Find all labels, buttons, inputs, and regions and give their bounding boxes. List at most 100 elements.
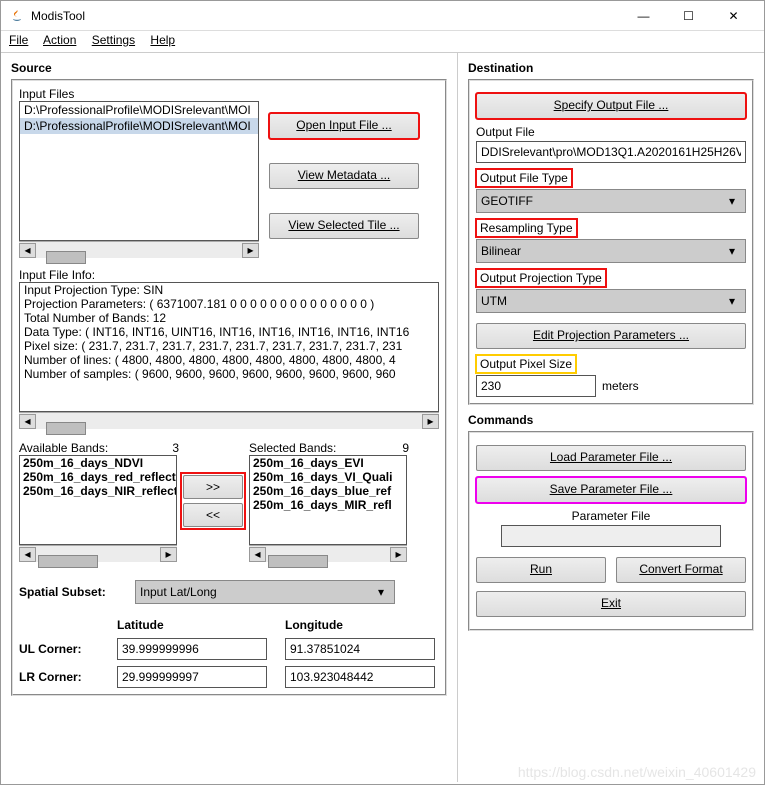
menu-file[interactable]: File	[9, 33, 28, 47]
scroll-left-icon[interactable]: ◂	[19, 414, 36, 429]
hscrollbar[interactable]: ◂ ▸	[19, 412, 439, 429]
available-bands-count: 3	[172, 441, 179, 455]
lr-lat-input[interactable]	[117, 666, 267, 688]
scroll-left-icon[interactable]: ◂	[19, 243, 36, 258]
resampling-type-label: Resampling Type	[476, 219, 577, 237]
ul-lon-input[interactable]	[285, 638, 435, 660]
list-item[interactable]: 250m_16_days_red_reflect	[20, 470, 176, 484]
list-item[interactable]: D:\ProfessionalProfile\MODISrelevant\MOI	[20, 102, 258, 118]
info-line: Number of lines: ( 4800, 4800, 4800, 480…	[20, 353, 438, 367]
list-item[interactable]: 250m_16_days_NIR_reflect	[20, 484, 176, 498]
info-line: Input Projection Type: SIN	[20, 283, 438, 297]
input-files-label: Input Files	[19, 87, 439, 101]
open-input-file-button[interactable]: Open Input File ...	[269, 113, 419, 139]
longitude-header: Longitude	[285, 618, 435, 632]
lr-lon-input[interactable]	[285, 666, 435, 688]
titlebar: ModisTool — ☐ ✕	[1, 1, 764, 31]
menu-help[interactable]: Help	[150, 33, 175, 47]
resampling-type-select[interactable]: Bilinear ▾	[476, 239, 746, 263]
info-line: Number of samples: ( 9600, 9600, 9600, 9…	[20, 367, 438, 381]
hscrollbar[interactable]: ◂ ▸	[19, 545, 177, 562]
input-file-info[interactable]: Input Projection Type: SIN Projection Pa…	[19, 282, 439, 412]
output-pixel-size-input[interactable]	[476, 375, 596, 397]
scroll-thumb[interactable]	[46, 251, 86, 264]
selected-bands-label: Selected Bands:	[249, 441, 336, 455]
scroll-left-icon[interactable]: ◂	[19, 547, 36, 562]
info-line: Projection Parameters: ( 6371007.181 0 0…	[20, 297, 438, 311]
source-title: Source	[11, 61, 447, 75]
convert-format-button[interactable]: Convert Format	[616, 557, 746, 583]
specify-output-file-button[interactable]: Specify Output File ...	[476, 93, 746, 119]
chevron-down-icon: ▾	[723, 194, 741, 208]
available-bands-label: Available Bands:	[19, 441, 108, 455]
output-file-type-label: Output File Type	[476, 169, 572, 187]
save-parameter-file-button[interactable]: Save Parameter File ...	[476, 477, 746, 503]
input-file-info-label: Input File Info:	[19, 268, 439, 282]
selected-bands-list[interactable]: 250m_16_days_EVI 250m_16_days_VI_Quali 2…	[249, 455, 407, 545]
add-band-button[interactable]: >>	[183, 475, 243, 499]
close-button[interactable]: ✕	[711, 2, 756, 30]
scroll-thumb[interactable]	[268, 555, 328, 568]
menubar: File Action Settings Help	[1, 31, 764, 53]
scroll-right-icon[interactable]: ▸	[160, 547, 177, 562]
parameter-file-label: Parameter File	[476, 509, 746, 523]
output-projection-type-select[interactable]: UTM ▾	[476, 289, 746, 313]
info-line: Total Number of Bands: 12	[20, 311, 438, 325]
run-button[interactable]: Run	[476, 557, 606, 583]
pixel-size-unit: meters	[602, 379, 639, 393]
scroll-right-icon[interactable]: ▸	[242, 243, 259, 258]
hscrollbar[interactable]: ◂ ▸	[19, 241, 259, 258]
maximize-button[interactable]: ☐	[666, 2, 711, 30]
app-window: ModisTool — ☐ ✕ File Action Settings Hel…	[0, 0, 765, 785]
destination-panel: Specify Output File ... Output File Outp…	[468, 79, 754, 405]
scroll-thumb[interactable]	[46, 422, 86, 435]
scroll-thumb[interactable]	[38, 555, 98, 568]
scroll-left-icon[interactable]: ◂	[249, 547, 266, 562]
available-bands-list[interactable]: 250m_16_days_NDVI 250m_16_days_red_refle…	[19, 455, 177, 545]
info-line: Pixel size: ( 231.7, 231.7, 231.7, 231.7…	[20, 339, 438, 353]
info-line: Data Type: ( INT16, INT16, UINT16, INT16…	[20, 325, 438, 339]
latitude-header: Latitude	[117, 618, 267, 632]
input-files-list[interactable]: D:\ProfessionalProfile\MODISrelevant\MOI…	[19, 101, 259, 241]
view-selected-tile-button[interactable]: View Selected Tile ...	[269, 213, 419, 239]
source-panel: Input Files D:\ProfessionalProfile\MODIS…	[11, 79, 447, 696]
load-parameter-file-button[interactable]: Load Parameter File ...	[476, 445, 746, 471]
ul-corner-label: UL Corner:	[19, 642, 99, 656]
list-item[interactable]: 250m_16_days_VI_Quali	[250, 470, 406, 484]
chevron-down-icon: ▾	[723, 244, 741, 258]
output-projection-type-label: Output Projection Type	[476, 269, 606, 287]
list-item[interactable]: 250m_16_days_EVI	[250, 456, 406, 470]
spatial-subset-label: Spatial Subset:	[19, 585, 129, 599]
lr-corner-label: LR Corner:	[19, 670, 99, 684]
commands-title: Commands	[468, 413, 754, 427]
output-file-input[interactable]	[476, 141, 746, 163]
view-metadata-button[interactable]: View Metadata ...	[269, 163, 419, 189]
list-item[interactable]: 250m_16_days_NDVI	[20, 456, 176, 470]
commands-panel: Load Parameter File ... Save Parameter F…	[468, 431, 754, 631]
watermark: https://blog.csdn.net/weixin_40601429	[518, 764, 756, 780]
output-file-label: Output File	[476, 125, 746, 139]
chevron-down-icon: ▾	[723, 294, 741, 308]
java-icon	[9, 8, 25, 24]
list-item[interactable]: D:\ProfessionalProfile\MODISrelevant\MOI	[20, 118, 258, 134]
exit-button[interactable]: Exit	[476, 591, 746, 617]
selected-bands-count: 9	[402, 441, 409, 455]
minimize-button[interactable]: —	[621, 2, 666, 30]
window-title: ModisTool	[31, 9, 621, 23]
destination-title: Destination	[468, 61, 754, 75]
scroll-right-icon[interactable]: ▸	[390, 547, 407, 562]
ul-lat-input[interactable]	[117, 638, 267, 660]
spatial-subset-select[interactable]: Input Lat/Long ▾	[135, 580, 395, 604]
output-file-type-select[interactable]: GEOTIFF ▾	[476, 189, 746, 213]
list-item[interactable]: 250m_16_days_blue_ref	[250, 484, 406, 498]
list-item[interactable]: 250m_16_days_MIR_refl	[250, 498, 406, 512]
edit-projection-params-button[interactable]: Edit Projection Parameters ...	[476, 323, 746, 349]
menu-action[interactable]: Action	[43, 33, 76, 47]
hscrollbar[interactable]: ◂ ▸	[249, 545, 407, 562]
scroll-right-icon[interactable]: ▸	[422, 414, 439, 429]
remove-band-button[interactable]: <<	[183, 503, 243, 527]
menu-settings[interactable]: Settings	[92, 33, 135, 47]
output-pixel-size-label: Output Pixel Size	[476, 355, 576, 373]
chevron-down-icon: ▾	[372, 585, 390, 599]
parameter-file-input[interactable]	[501, 525, 721, 547]
